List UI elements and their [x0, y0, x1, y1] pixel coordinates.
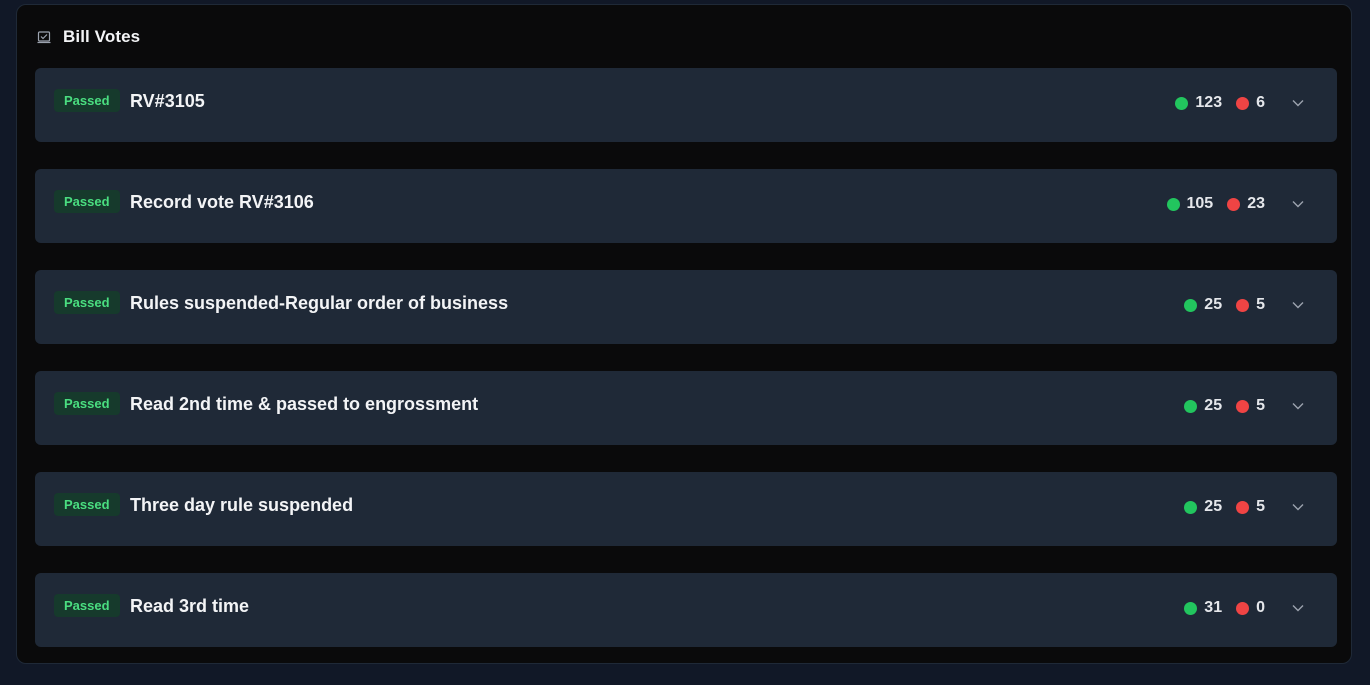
chevron-down-icon[interactable]: [1287, 395, 1309, 417]
vote-row[interactable]: Passed Record vote RV#3106 105 23: [35, 169, 1337, 243]
yes-tally: 25: [1184, 498, 1222, 516]
vote-title: Rules suspended-Regular order of busines…: [130, 293, 509, 313]
yes-count: 25: [1204, 397, 1223, 414]
chevron-down-icon[interactable]: [1287, 193, 1309, 215]
vote-title: RV#3105: [130, 91, 205, 111]
chevron-down-icon[interactable]: [1287, 597, 1309, 619]
vote-row[interactable]: Passed RV#3105 123 6: [35, 68, 1337, 142]
vote-tally: 25 5: [1184, 395, 1265, 417]
yes-dot-icon: [1175, 96, 1189, 110]
yes-dot-icon: [1184, 399, 1198, 413]
no-count: 5: [1256, 498, 1265, 515]
yes-dot-icon: [1166, 197, 1180, 211]
no-count: 6: [1256, 94, 1265, 111]
chevron-down-icon[interactable]: [1287, 294, 1309, 316]
vote-title: Three day rule suspended: [130, 495, 354, 515]
yes-count: 25: [1204, 296, 1223, 313]
status-badge: Passed: [54, 190, 120, 213]
ballot-box-icon: [36, 29, 52, 45]
no-tally: 23: [1227, 195, 1265, 213]
yes-tally: 105: [1166, 195, 1214, 213]
no-tally: 6: [1236, 94, 1265, 112]
no-tally: 5: [1236, 296, 1265, 314]
yes-count: 123: [1195, 94, 1223, 111]
yes-tally: 31: [1184, 599, 1222, 617]
yes-count: 31: [1204, 599, 1223, 616]
vote-row[interactable]: Passed Read 3rd time 31 0: [35, 573, 1337, 647]
vote-list: Passed RV#3105 123 6 Passed Record vote …: [35, 68, 1337, 674]
vote-row[interactable]: Passed Rules suspended-Regular order of …: [35, 270, 1337, 344]
vote-title: Read 3rd time: [130, 596, 250, 616]
vote-title: Record vote RV#3106: [130, 192, 314, 212]
yes-tally: 25: [1184, 397, 1222, 415]
yes-tally: 25: [1184, 296, 1222, 314]
status-badge: Passed: [54, 594, 120, 617]
yes-count: 25: [1204, 498, 1223, 515]
yes-dot-icon: [1184, 298, 1198, 312]
no-tally: 5: [1236, 397, 1265, 415]
no-count: 0: [1256, 599, 1265, 616]
yes-dot-icon: [1184, 500, 1198, 514]
no-dot-icon: [1236, 298, 1250, 312]
no-dot-icon: [1227, 197, 1241, 211]
status-badge: Passed: [54, 493, 120, 516]
chevron-down-icon[interactable]: [1287, 496, 1309, 518]
no-count: 5: [1256, 397, 1265, 414]
vote-tally: 25 5: [1184, 294, 1265, 316]
panel-header: Bill Votes: [36, 25, 140, 49]
yes-dot-icon: [1184, 601, 1198, 615]
vote-row[interactable]: Passed Three day rule suspended 25 5: [35, 472, 1337, 546]
no-dot-icon: [1236, 96, 1250, 110]
no-dot-icon: [1236, 601, 1250, 615]
no-dot-icon: [1236, 500, 1250, 514]
yes-tally: 123: [1175, 94, 1222, 112]
no-tally: 0: [1236, 599, 1265, 617]
no-count: 5: [1256, 296, 1265, 313]
status-badge: Passed: [54, 291, 120, 314]
status-badge: Passed: [54, 392, 120, 415]
vote-tally: 25 5: [1184, 496, 1265, 518]
no-dot-icon: [1236, 399, 1250, 413]
no-count: 23: [1247, 195, 1265, 212]
vote-row[interactable]: Passed Read 2nd time & passed to engross…: [35, 371, 1337, 445]
panel-title: Bill Votes: [63, 27, 141, 46]
bill-votes-panel: Bill Votes Passed RV#3105 123 6 Passed R…: [16, 4, 1352, 664]
vote-tally: 123 6: [1175, 92, 1265, 114]
vote-title: Read 2nd time & passed to engrossment: [130, 394, 479, 414]
no-tally: 5: [1236, 498, 1265, 516]
yes-count: 105: [1186, 195, 1214, 212]
vote-tally: 105 23: [1166, 193, 1265, 215]
status-badge: Passed: [54, 89, 120, 112]
vote-tally: 31 0: [1184, 597, 1265, 619]
chevron-down-icon[interactable]: [1287, 92, 1309, 114]
